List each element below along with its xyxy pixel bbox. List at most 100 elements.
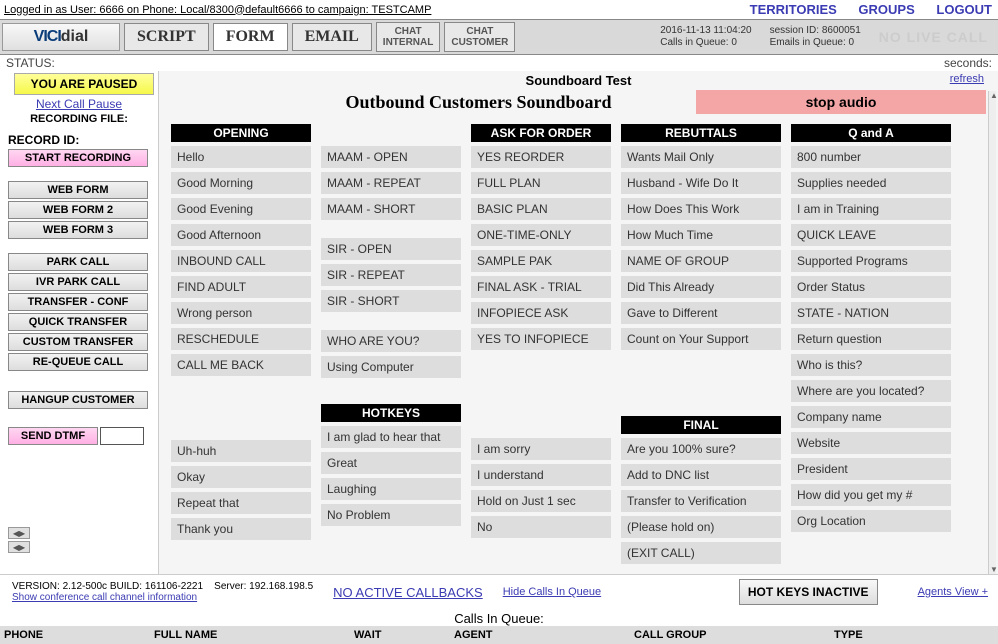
sound-button[interactable]: Supported Programs xyxy=(791,250,951,272)
sound-button[interactable]: FINAL ASK - TRIAL xyxy=(471,276,611,298)
sound-button[interactable]: STATE - NATION xyxy=(791,302,951,324)
show-conference-info-link[interactable]: Show conference call channel information xyxy=(12,592,313,603)
sound-button[interactable]: MAAM - SHORT xyxy=(321,198,461,220)
sound-button[interactable]: Good Morning xyxy=(171,172,311,194)
sound-button[interactable]: (Please hold on) xyxy=(621,516,781,538)
sound-button[interactable]: Order Status xyxy=(791,276,951,298)
sound-button[interactable]: Website xyxy=(791,432,951,454)
tab-chat-internal[interactable]: CHATINTERNAL xyxy=(376,22,441,52)
sound-button[interactable]: Company name xyxy=(791,406,951,428)
sound-button[interactable]: Transfer to Verification xyxy=(621,490,781,512)
sound-button[interactable]: Add to DNC list xyxy=(621,464,781,486)
sound-button[interactable]: I understand xyxy=(471,464,611,486)
logout-link[interactable]: LOGOUT xyxy=(936,2,992,17)
hide-calls-queue-link[interactable]: Hide Calls In Queue xyxy=(503,586,601,598)
sound-button[interactable]: Great xyxy=(321,452,461,474)
park-call-button[interactable]: PARK CALL xyxy=(8,253,148,271)
transfer-conf-button[interactable]: TRANSFER - CONF xyxy=(8,293,148,311)
sound-button[interactable]: Husband - Wife Do It xyxy=(621,172,781,194)
sound-button[interactable]: Wrong person xyxy=(171,302,311,324)
sound-button[interactable]: Using Computer xyxy=(321,356,461,378)
sound-button[interactable]: YES TO INFOPIECE xyxy=(471,328,611,350)
sound-button[interactable]: QUICK LEAVE xyxy=(791,224,951,246)
next-call-pause-link[interactable]: Next Call Pause xyxy=(4,97,154,111)
sound-button[interactable]: Wants Mail Only xyxy=(621,146,781,168)
refresh-link[interactable]: refresh xyxy=(950,73,984,85)
sound-button[interactable]: No xyxy=(471,516,611,538)
sound-button[interactable]: WHO ARE YOU? xyxy=(321,330,461,352)
sound-button[interactable]: SIR - SHORT xyxy=(321,290,461,312)
sound-button[interactable]: MAAM - REPEAT xyxy=(321,172,461,194)
web-form-2-button[interactable]: WEB FORM 2 xyxy=(8,201,148,219)
sound-button[interactable]: President xyxy=(791,458,951,480)
web-form-button[interactable]: WEB FORM xyxy=(8,181,148,199)
sound-button[interactable]: Repeat that xyxy=(171,492,311,514)
sound-button[interactable]: Where are you located? xyxy=(791,380,951,402)
scrollbar[interactable]: ▲▼ xyxy=(988,91,996,574)
sound-button[interactable]: Uh-huh xyxy=(171,440,311,462)
sound-button[interactable]: Who is this? xyxy=(791,354,951,376)
sound-button[interactable]: 800 number xyxy=(791,146,951,168)
hangup-customer-button[interactable]: HANGUP CUSTOMER xyxy=(8,391,148,409)
no-active-callbacks-link[interactable]: NO ACTIVE CALLBACKS xyxy=(333,585,483,600)
sound-button[interactable]: ONE-TIME-ONLY xyxy=(471,224,611,246)
sound-button[interactable]: INFOPIECE ASK xyxy=(471,302,611,324)
sound-button[interactable]: SIR - REPEAT xyxy=(321,264,461,286)
sound-button[interactable]: SAMPLE PAK xyxy=(471,250,611,272)
sound-button[interactable]: Are you 100% sure? xyxy=(621,438,781,460)
sound-button[interactable]: SIR - OPEN xyxy=(321,238,461,260)
dtmf-input[interactable] xyxy=(100,427,144,445)
sound-button[interactable]: YES REORDER xyxy=(471,146,611,168)
sound-button[interactable]: How Much Time xyxy=(621,224,781,246)
sound-button[interactable]: Okay xyxy=(171,466,311,488)
sound-button[interactable]: (EXIT CALL) xyxy=(621,542,781,564)
audio-up-icon[interactable]: ◀▶ xyxy=(8,527,30,539)
quick-transfer-button[interactable]: QUICK TRANSFER xyxy=(8,313,148,331)
sound-button[interactable]: Hold on Just 1 sec xyxy=(471,490,611,512)
no-live-call: NO LIVE CALL xyxy=(879,31,988,43)
requeue-call-button[interactable]: RE-QUEUE CALL xyxy=(8,353,148,371)
sound-button[interactable]: No Problem xyxy=(321,504,461,526)
sound-button[interactable]: RESCHEDULE xyxy=(171,328,311,350)
sound-button[interactable]: Org Location xyxy=(791,510,951,532)
territories-link[interactable]: TERRITORIES xyxy=(750,2,837,17)
sound-button[interactable]: MAAM - OPEN xyxy=(321,146,461,168)
sound-button[interactable]: Return question xyxy=(791,328,951,350)
sound-button[interactable]: Good Afternoon xyxy=(171,224,311,246)
web-form-3-button[interactable]: WEB FORM 3 xyxy=(8,221,148,239)
sound-button[interactable]: BASIC PLAN xyxy=(471,198,611,220)
sound-button[interactable]: Hello xyxy=(171,146,311,168)
send-dtmf-button[interactable]: SEND DTMF xyxy=(8,427,98,445)
hotkeys-toggle[interactable]: HOT KEYS INACTIVE xyxy=(739,579,878,605)
audio-down-icon[interactable]: ◀▶ xyxy=(8,541,30,553)
record-id-label: RECORD ID: xyxy=(8,133,154,147)
groups-link[interactable]: GROUPS xyxy=(858,2,914,17)
sound-button[interactable]: CALL ME BACK xyxy=(171,354,311,376)
sound-button[interactable]: I am glad to hear that xyxy=(321,426,461,448)
sound-button[interactable]: Did This Already xyxy=(621,276,781,298)
agents-view-link[interactable]: Agents View + xyxy=(918,586,988,598)
sound-button[interactable]: Count on Your Support xyxy=(621,328,781,350)
sound-button[interactable]: Good Evening xyxy=(171,198,311,220)
start-recording-button[interactable]: START RECORDING xyxy=(8,149,148,167)
sound-button[interactable]: Thank you xyxy=(171,518,311,540)
sound-button[interactable]: I am sorry xyxy=(471,438,611,460)
sound-button[interactable]: Supplies needed xyxy=(791,172,951,194)
stop-audio-button[interactable]: stop audio xyxy=(696,90,986,114)
sound-button[interactable]: How did you get my # xyxy=(791,484,951,506)
custom-transfer-button[interactable]: CUSTOM TRANSFER xyxy=(8,333,148,351)
sound-button[interactable]: Laughing xyxy=(321,478,461,500)
tab-form[interactable]: FORM xyxy=(213,23,288,51)
tab-script[interactable]: SCRIPT xyxy=(124,23,209,51)
sound-button[interactable]: Gave to Different xyxy=(621,302,781,324)
sound-button[interactable]: INBOUND CALL xyxy=(171,250,311,272)
sound-button[interactable]: I am in Training xyxy=(791,198,951,220)
sound-button[interactable]: NAME OF GROUP xyxy=(621,250,781,272)
sound-button[interactable]: How Does This Work xyxy=(621,198,781,220)
tab-email[interactable]: EMAIL xyxy=(292,23,372,51)
sound-button[interactable]: FIND ADULT xyxy=(171,276,311,298)
tab-chat-customer[interactable]: CHATCUSTOMER xyxy=(444,22,515,52)
sound-button[interactable]: FULL PLAN xyxy=(471,172,611,194)
ivr-park-call-button[interactable]: IVR PARK CALL xyxy=(8,273,148,291)
col-type: TYPE xyxy=(830,626,970,644)
